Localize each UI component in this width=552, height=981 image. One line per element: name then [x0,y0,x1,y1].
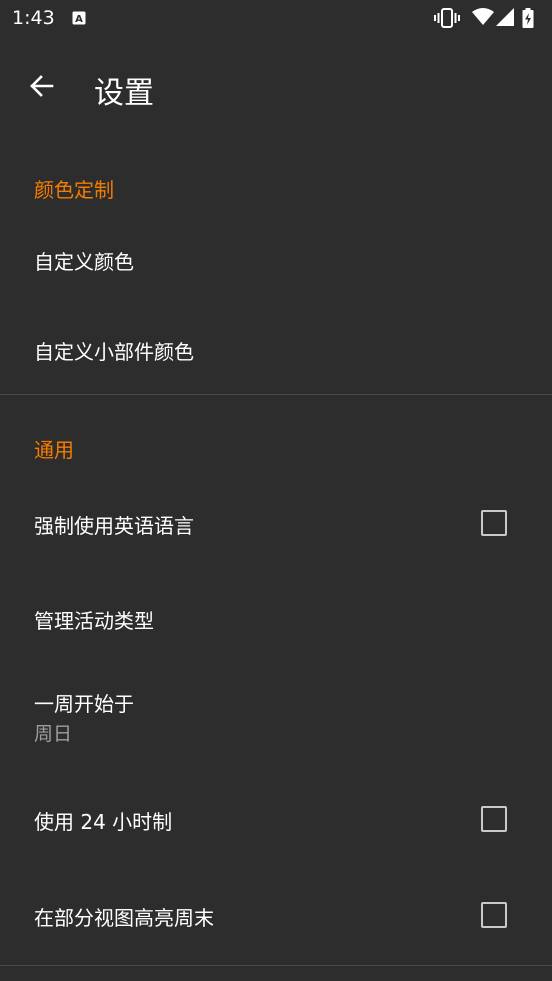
setting-label: 自定义颜色 [34,250,134,274]
status-bar: 1:43 A [0,0,552,36]
wifi-icon [472,8,494,25]
setting-value: 周日 [34,723,73,745]
back-button[interactable] [22,66,62,106]
setting-label: 在部分视图高亮周末 [34,906,214,930]
setting-label: 强制使用英语语言 [34,514,194,538]
setting-label: 自定义小部件颜色 [34,340,194,364]
status-icons [434,8,544,28]
setting-force-english[interactable]: 强制使用英语语言 [0,474,552,570]
setting-label: 一周开始于 [34,692,134,716]
vibrate-icon [434,8,460,28]
setting-custom-widget-colors[interactable]: 自定义小部件颜色 [0,304,552,394]
highlight-weekends-checkbox[interactable] [481,902,507,928]
use-24h-checkbox[interactable] [481,806,507,832]
signal-icon [496,8,514,26]
section-divider [0,394,552,395]
setting-manage-event-types[interactable]: 管理活动类型 [0,570,552,666]
setting-label: 管理活动类型 [34,609,154,633]
setting-use-24h[interactable]: 使用 24 小时制 [0,772,552,868]
setting-highlight-weekends[interactable]: 在部分视图高亮周末 [0,868,552,964]
section-header-general: 通用 [34,438,74,462]
setting-week-start[interactable]: 一周开始于 周日 [0,666,552,772]
section-header-color: 颜色定制 [34,178,114,202]
battery-charging-icon [522,8,534,28]
setting-custom-colors[interactable]: 自定义颜色 [0,214,552,304]
section-divider [0,965,552,966]
accessibility-a-icon: A [72,11,86,25]
arrow-back-icon [30,75,54,97]
force-english-checkbox[interactable] [481,510,507,536]
setting-label: 使用 24 小时制 [34,810,173,834]
svg-text:A: A [75,14,83,25]
toolbar: 设置 [0,36,552,136]
page-title: 设置 [94,76,154,111]
status-time: 1:43 [12,7,55,29]
